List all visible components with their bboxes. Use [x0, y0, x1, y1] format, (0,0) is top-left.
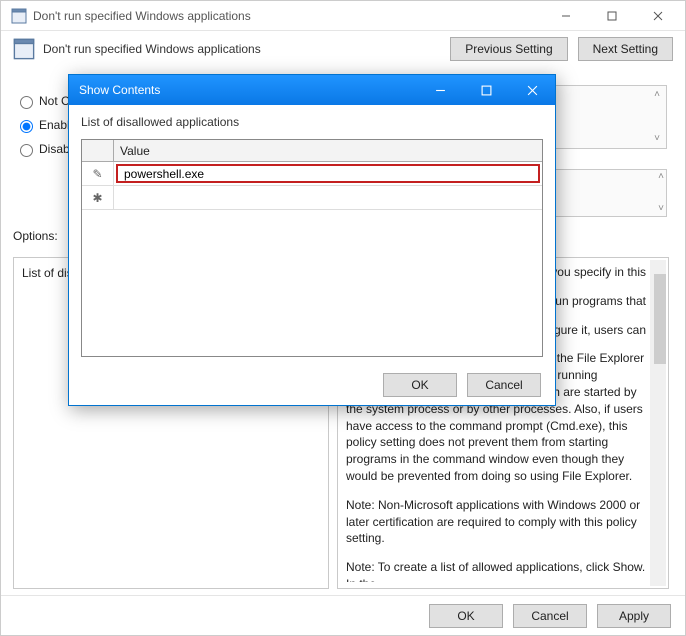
dialog-title: Show Contents [79, 83, 417, 97]
grid-corner [82, 140, 114, 161]
cancel-button[interactable]: Cancel [467, 373, 541, 397]
help-paragraph: Note: To create a list of allowed applic… [346, 559, 646, 582]
ok-button[interactable]: OK [429, 604, 503, 628]
table-row[interactable]: ✱ [82, 186, 542, 210]
maximize-button[interactable] [589, 1, 635, 31]
apply-button[interactable]: Apply [597, 604, 671, 628]
window-title: Don't run specified Windows applications [33, 9, 543, 23]
ok-button[interactable]: OK [383, 373, 457, 397]
column-header-value[interactable]: Value [114, 140, 542, 161]
grid-header-row: Value [82, 140, 542, 162]
value-cell[interactable] [114, 186, 542, 209]
value-input[interactable] [122, 166, 534, 182]
radio-not-configured-input[interactable] [20, 96, 33, 109]
minimize-button[interactable] [417, 75, 463, 105]
subheader: Don't run specified Windows applications… [1, 31, 685, 67]
chevron-down-icon[interactable]: ˅ [650, 132, 664, 146]
value-cell[interactable] [114, 162, 542, 185]
chevron-up-icon[interactable]: ˄ [658, 172, 664, 182]
gpedit-icon [11, 8, 27, 24]
maximize-button[interactable] [463, 75, 509, 105]
row-marker-edit-icon: ✎ [82, 162, 114, 185]
gpedit-icon [13, 38, 35, 60]
value-grid[interactable]: Value ✎ ✱ [81, 139, 543, 357]
cancel-button[interactable]: Cancel [513, 604, 587, 628]
chevron-down-icon[interactable]: ˅ [658, 204, 664, 214]
dialog-button-bar: OK Cancel [69, 365, 555, 405]
table-row[interactable]: ✎ [82, 162, 542, 186]
policy-name-heading: Don't run specified Windows applications [43, 42, 440, 56]
value-input-wrap[interactable] [116, 164, 540, 183]
close-button[interactable] [635, 1, 681, 31]
help-paragraph: Note: Non-Microsoft applications with Wi… [346, 497, 646, 547]
chevron-up-icon[interactable]: ˄ [650, 88, 664, 102]
dialog-button-bar: OK Cancel Apply [1, 595, 685, 635]
window-title-bar: Don't run specified Windows applications [1, 1, 685, 31]
previous-setting-button[interactable]: Previous Setting [450, 37, 567, 61]
row-marker-new-icon: ✱ [82, 186, 114, 209]
dialog-caption: List of disallowed applications [81, 115, 543, 129]
show-contents-dialog: Show Contents List of disallowed applica… [68, 74, 556, 406]
radio-disabled-input[interactable] [20, 144, 33, 157]
next-setting-button[interactable]: Next Setting [578, 37, 673, 61]
radio-enabled-input[interactable] [20, 120, 33, 133]
close-button[interactable] [509, 75, 555, 105]
options-label: Options: [13, 229, 58, 243]
minimize-button[interactable] [543, 1, 589, 31]
dialog-title-bar: Show Contents [69, 75, 555, 105]
help-scroll-thumb[interactable] [654, 274, 666, 364]
